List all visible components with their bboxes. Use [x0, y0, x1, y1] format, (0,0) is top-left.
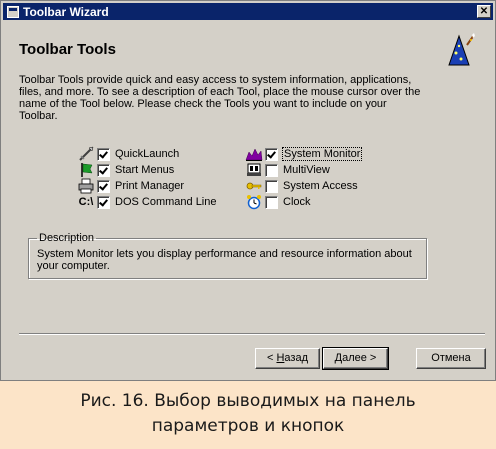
- print-manager-checkbox[interactable]: [97, 179, 110, 193]
- start-menus-checkbox[interactable]: [97, 163, 110, 177]
- tool-system-access[interactable]: System Access: [245, 178, 358, 194]
- description-text: System Monitor lets you display performa…: [37, 248, 412, 272]
- tool-label: Clock: [283, 196, 311, 208]
- back-button[interactable]: < Назад: [255, 348, 320, 369]
- tool-label: DOS Command Line: [115, 196, 217, 208]
- key-icon: [245, 178, 263, 194]
- button-separator: [19, 333, 485, 335]
- back-button-rest: азад: [284, 352, 308, 364]
- tool-label: System Monitor: [281, 147, 363, 161]
- tool-start-menus[interactable]: Start Menus: [77, 162, 174, 178]
- tool-label: QuickLaunch: [115, 148, 180, 160]
- caption-line-2: параметров и кнопок: [151, 416, 345, 436]
- system-access-checkbox[interactable]: [265, 179, 278, 193]
- tool-clock[interactable]: Clock: [245, 194, 311, 210]
- multiview-checkbox[interactable]: [265, 163, 278, 177]
- dos-prompt-glyph: C:\: [78, 196, 94, 208]
- window-icon: [7, 5, 19, 18]
- alarm-clock-icon: [245, 194, 263, 210]
- description-legend: Description: [39, 232, 95, 244]
- next-button[interactable]: Далее >: [322, 347, 389, 370]
- system-monitor-checkbox[interactable]: [265, 147, 278, 161]
- title-bar[interactable]: Toolbar Wizard ✕: [3, 3, 493, 20]
- description-group: Description System Monitor lets you disp…: [28, 232, 427, 279]
- dos-command-line-checkbox[interactable]: [97, 195, 110, 209]
- tool-quicklaunch[interactable]: QuickLaunch: [77, 146, 179, 162]
- window-title: Toolbar Wizard: [23, 4, 109, 19]
- clock-checkbox[interactable]: [265, 195, 278, 209]
- tool-label: Print Manager: [115, 180, 185, 192]
- tool-system-monitor[interactable]: System Monitor: [245, 146, 363, 162]
- tool-label: MultiView: [283, 164, 330, 176]
- quicklaunch-checkbox[interactable]: [97, 147, 110, 161]
- tool-multiview[interactable]: MultiView: [245, 162, 330, 178]
- close-button[interactable]: ✕: [477, 5, 491, 18]
- tool-label: Start Menus: [115, 164, 175, 176]
- page-heading: Toolbar Tools: [19, 41, 116, 58]
- rocket-icon: [77, 146, 95, 162]
- tool-label: System Access: [283, 180, 358, 192]
- caption-line-1: Рис. 16. Выбор выводимых на панель: [80, 391, 416, 411]
- wizard-hat-icon: [448, 33, 475, 66]
- multiview-icon: [245, 162, 263, 178]
- printer-icon: [77, 178, 95, 194]
- monitor-graph-icon: [245, 146, 263, 162]
- figure-caption: Рис. 16. Выбор выводимых на панель парам…: [0, 381, 496, 449]
- dos-prompt-icon: C:\: [77, 194, 95, 210]
- tool-print-manager[interactable]: Print Manager: [77, 178, 184, 194]
- green-flag-icon: [77, 162, 95, 178]
- cancel-button[interactable]: Отмена: [416, 348, 486, 369]
- toolbar-wizard-window: Toolbar Wizard ✕ Toolbar Tools Toolbar T…: [0, 0, 496, 381]
- tool-dos-command-line[interactable]: C:\ DOS Command Line: [77, 194, 217, 210]
- intro-text: Toolbar Tools provide quick and easy acc…: [19, 74, 421, 122]
